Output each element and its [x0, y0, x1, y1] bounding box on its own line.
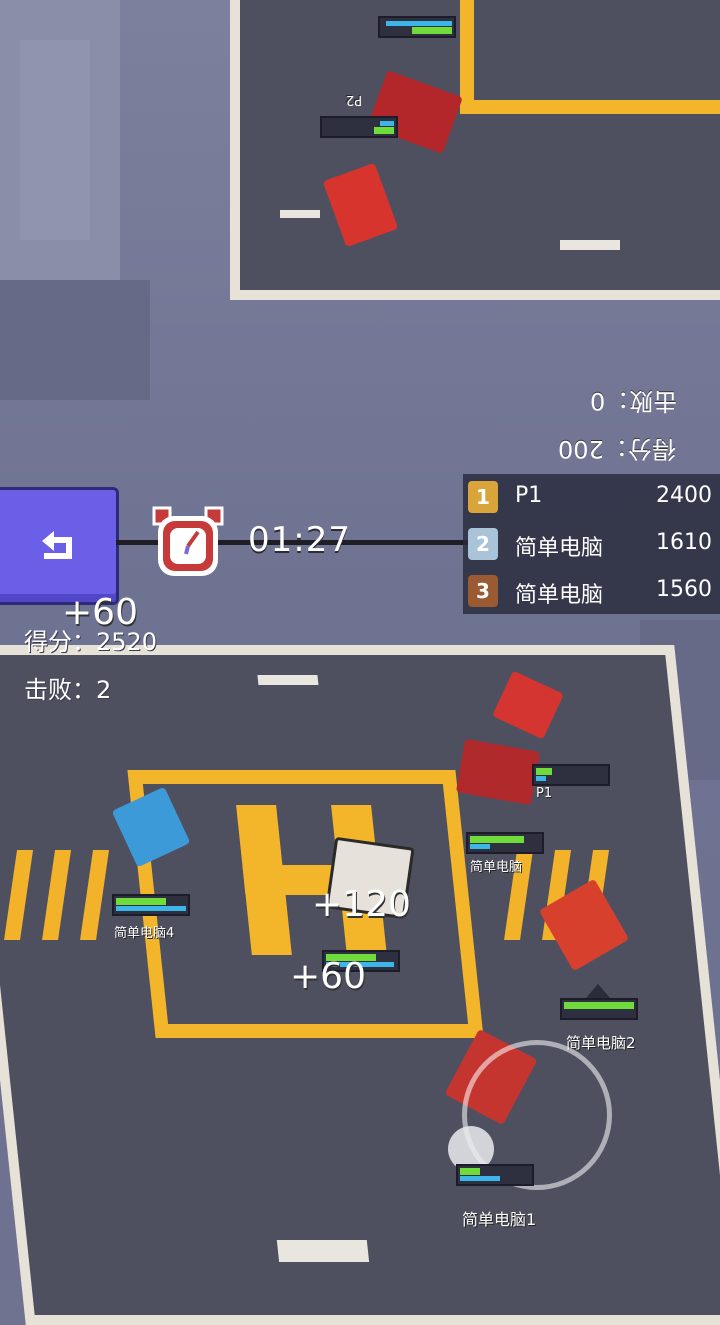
- score-value: 2520: [96, 628, 158, 656]
- car-label-cpu1: 简单电脑1: [462, 1210, 537, 1229]
- opponent-score: 得分：200: [558, 435, 676, 463]
- cpu4-health-bar: [112, 894, 190, 916]
- car-label-p1: P1: [536, 786, 553, 801]
- lane-dash: [276, 1240, 370, 1262]
- leaderboard-row: 2 简单电脑 1610: [463, 521, 720, 567]
- leaderboard-score: 1560: [656, 577, 712, 602]
- player-score: 得分：2520: [24, 622, 157, 657]
- cpu2-marker: [586, 984, 610, 998]
- kills-label: 击败：: [24, 676, 96, 704]
- building: [20, 40, 90, 240]
- crosswalk-stripe: [80, 850, 110, 940]
- car-label-p2: P2: [346, 92, 363, 107]
- enemy-health-bar: [320, 116, 398, 138]
- back-arrow-icon: [42, 531, 72, 559]
- upper-arena: [230, 0, 720, 300]
- leaderboard-score: 2400: [656, 483, 712, 508]
- silver-medal-icon: 2: [468, 528, 498, 560]
- crosswalk-stripe: [4, 850, 34, 940]
- leaderboard-row: 1 P1 2400: [463, 474, 720, 520]
- leaderboard-row: 3 简单电脑 1560: [463, 568, 720, 614]
- cpu1-health-bar: [456, 1164, 534, 1186]
- cpu-health-bar: [466, 832, 544, 854]
- cpu2-health-bar: [560, 998, 638, 1020]
- upper-landing-pad: [460, 0, 720, 114]
- building: [0, 280, 150, 400]
- leaderboard-name: 简单电脑: [515, 536, 604, 561]
- p1-health-bar: [532, 764, 610, 786]
- car-label-cpu2: 简单电脑2: [566, 1034, 636, 1052]
- bronze-medal-icon: 3: [468, 575, 498, 607]
- car-label-cpu: 简单电脑: [470, 860, 523, 875]
- leaderboard-name: P1: [515, 483, 543, 508]
- lane-dash: [280, 210, 320, 218]
- lane-dash: [257, 675, 319, 685]
- leaderboard-score: 1610: [656, 530, 712, 555]
- gold-medal-icon: 1: [468, 481, 498, 513]
- alarm-clock-icon: [148, 502, 228, 582]
- car-label-cpu4: 简单电脑4: [114, 926, 175, 941]
- leaderboard-name: 简单电脑: [515, 583, 604, 608]
- match-timer: 01:27: [248, 520, 351, 560]
- leaderboard: 1 P1 2400 2 简单电脑 1610 3 简单电脑 1560: [463, 474, 720, 614]
- crosswalk-stripe: [42, 850, 72, 940]
- kills-value: 2: [96, 676, 112, 704]
- score-popup: +60: [290, 956, 366, 997]
- enemy-health-bar: [378, 16, 456, 38]
- player-kills: 击败：2: [24, 670, 111, 705]
- lane-dash: [560, 240, 620, 250]
- score-label: 得分：: [24, 628, 96, 656]
- back-button[interactable]: [0, 487, 119, 605]
- score-popup: +120: [312, 884, 411, 925]
- opponent-kills: 击败：0: [590, 387, 678, 415]
